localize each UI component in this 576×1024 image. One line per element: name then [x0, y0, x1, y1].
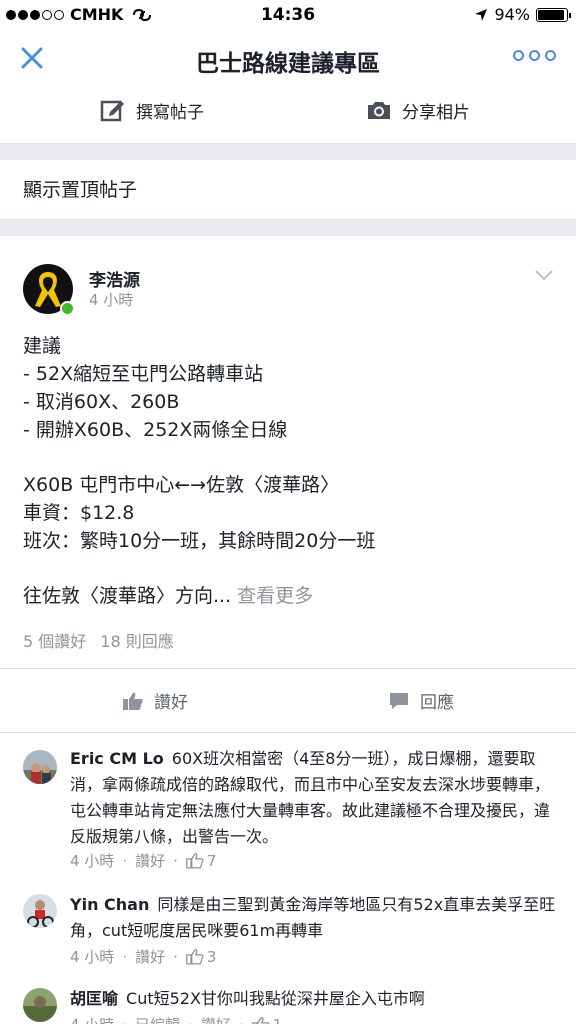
separator-dot: · — [122, 1016, 127, 1024]
reply-button[interactable]: 回應 — [388, 688, 454, 713]
comment-time: 4 小時 — [70, 1014, 114, 1024]
post-line: 車資：$12.8 — [23, 502, 135, 524]
separator-dot: · — [122, 851, 128, 870]
comment-meta: 4 小時 · 讚好 · 7 — [70, 850, 216, 871]
post-author-name[interactable]: 李浩源 — [89, 266, 140, 291]
composer-bar: 撰寫帖子 分享相片 — [0, 88, 576, 144]
comment-body: Eric CM Lo 60X班次相當密（4至8分一班），成日爆棚，還要取消，拿兩條… — [70, 746, 560, 850]
post-line: - 取消60X、260B — [23, 391, 180, 413]
write-post-button[interactable]: 撰寫帖子 — [100, 94, 204, 126]
like-label: 讚好 — [154, 693, 188, 713]
post-truncated-text: 往佐敦〈渡華路〉方向... — [23, 585, 232, 607]
write-post-label: 撰寫帖子 — [136, 102, 204, 123]
post-line: 建議 — [23, 335, 62, 357]
battery-icon — [536, 7, 571, 22]
thumbs-up-outline-icon — [186, 949, 204, 965]
comment-time: 4 小時 — [70, 948, 115, 966]
section-separator — [0, 220, 576, 236]
avatar-photo — [23, 988, 57, 1022]
comments-count[interactable]: 18 則回應 — [100, 628, 173, 652]
thumbs-up-outline-icon — [251, 1017, 270, 1024]
edited-label: 已編輯 — [135, 1014, 180, 1024]
comment-time: 4 小時 — [70, 852, 115, 870]
divider — [0, 668, 576, 669]
comment-like-button[interactable]: 讚好 — [135, 850, 165, 871]
commenter-avatar[interactable] — [23, 894, 57, 928]
commenter-name[interactable]: 胡匡喻 — [70, 989, 118, 1008]
commenter-avatar[interactable] — [23, 988, 57, 1022]
more-options-icon[interactable] — [513, 50, 556, 61]
comment-meta: 4 小時 · 已編輯 · 讚好 · 1 — [70, 1014, 282, 1024]
post-line-last: 往佐敦〈渡華路〉方向... 查看更多 — [23, 582, 563, 610]
post-body: 建議 - 52X縮短至屯門公路轉車站 - 取消60X、260B - 開辦X60B… — [23, 332, 563, 610]
post-stats: 5 個讚好 18 則回應 — [23, 628, 174, 652]
comment-like-count[interactable]: 1 — [251, 1016, 283, 1024]
show-pinned-posts-button[interactable]: 顯示置頂帖子 — [0, 160, 576, 220]
commenter-avatar[interactable] — [23, 750, 57, 784]
comment-like-button[interactable]: 讚好 — [135, 946, 165, 967]
camera-icon — [368, 102, 390, 119]
comment-like-count[interactable]: 3 — [186, 947, 217, 966]
close-icon[interactable] — [18, 44, 46, 72]
like-button[interactable]: 讚好 — [122, 688, 188, 713]
group-title: 巴士路線建議專區 — [196, 51, 380, 77]
location-arrow-icon — [475, 8, 488, 21]
battery-percent: 94% — [494, 5, 530, 24]
reply-label: 回應 — [420, 693, 454, 713]
comment-icon — [390, 692, 408, 709]
navigation-bar: 巴士路線建議專區 — [0, 30, 576, 88]
see-more-link[interactable]: 查看更多 — [237, 585, 313, 607]
post-line: 班次：繁時10分一班，其餘時間20分一班 — [23, 530, 376, 552]
separator-dot: · — [122, 947, 128, 966]
share-photo-button[interactable]: 分享相片 — [366, 94, 470, 126]
online-status-badge — [60, 301, 75, 316]
comment-body: 胡匡喻 Cut短52X甘你叫我點從深井屋企入屯市啊 — [70, 986, 560, 1012]
separator-dot: · — [173, 947, 178, 966]
chevron-down-icon[interactable] — [534, 268, 554, 282]
post-timestamp: 4 小時 — [89, 291, 134, 309]
separator-dot: · — [173, 851, 178, 870]
separator-dot: · — [188, 1016, 193, 1024]
share-photo-label: 分享相片 — [402, 102, 470, 123]
avatar-photo — [23, 894, 57, 928]
section-separator — [0, 144, 576, 160]
avatar-photo — [23, 750, 57, 784]
post-line: X60B 屯門市中心←→佐敦〈渡華路〉 — [23, 474, 340, 496]
status-right: 94% — [474, 5, 571, 24]
thumbs-up-icon — [123, 692, 143, 710]
post-line: - 開辦X60B、252X兩條全日線 — [23, 419, 288, 441]
post-line: - 52X縮短至屯門公路轉車站 — [23, 363, 264, 385]
like-count-value: 7 — [206, 851, 217, 870]
commenter-name[interactable]: Yin Chan — [70, 895, 149, 914]
likes-count[interactable]: 5 個讚好 — [23, 628, 86, 652]
post-card: 李浩源 4 小時 建議 - 52X縮短至屯門公路轉車站 - 取消60X、260B… — [0, 236, 576, 1024]
comment-like-count[interactable]: 7 — [186, 851, 217, 870]
like-count-value: 3 — [206, 947, 217, 966]
comment-like-button[interactable]: 讚好 — [201, 1014, 231, 1024]
separator-dot: · — [239, 1016, 244, 1024]
thumbs-up-outline-icon — [186, 853, 204, 869]
status-bar: CMHK 14:36 94% — [0, 0, 576, 30]
commenter-name[interactable]: Eric CM Lo — [70, 749, 164, 768]
edit-icon — [100, 100, 124, 122]
comment-text: Cut短52X甘你叫我點從深井屋企入屯市啊 — [126, 989, 425, 1008]
like-count-value: 1 — [273, 1016, 283, 1024]
divider — [0, 732, 576, 733]
comment-body: Yin Chan 同樣是由三聖到黃金海岸等地區只有52x直車去美孚至旺角，cut短… — [70, 892, 560, 944]
author-avatar[interactable] — [23, 264, 75, 316]
comment-meta: 4 小時 · 讚好 · 3 — [70, 946, 216, 967]
